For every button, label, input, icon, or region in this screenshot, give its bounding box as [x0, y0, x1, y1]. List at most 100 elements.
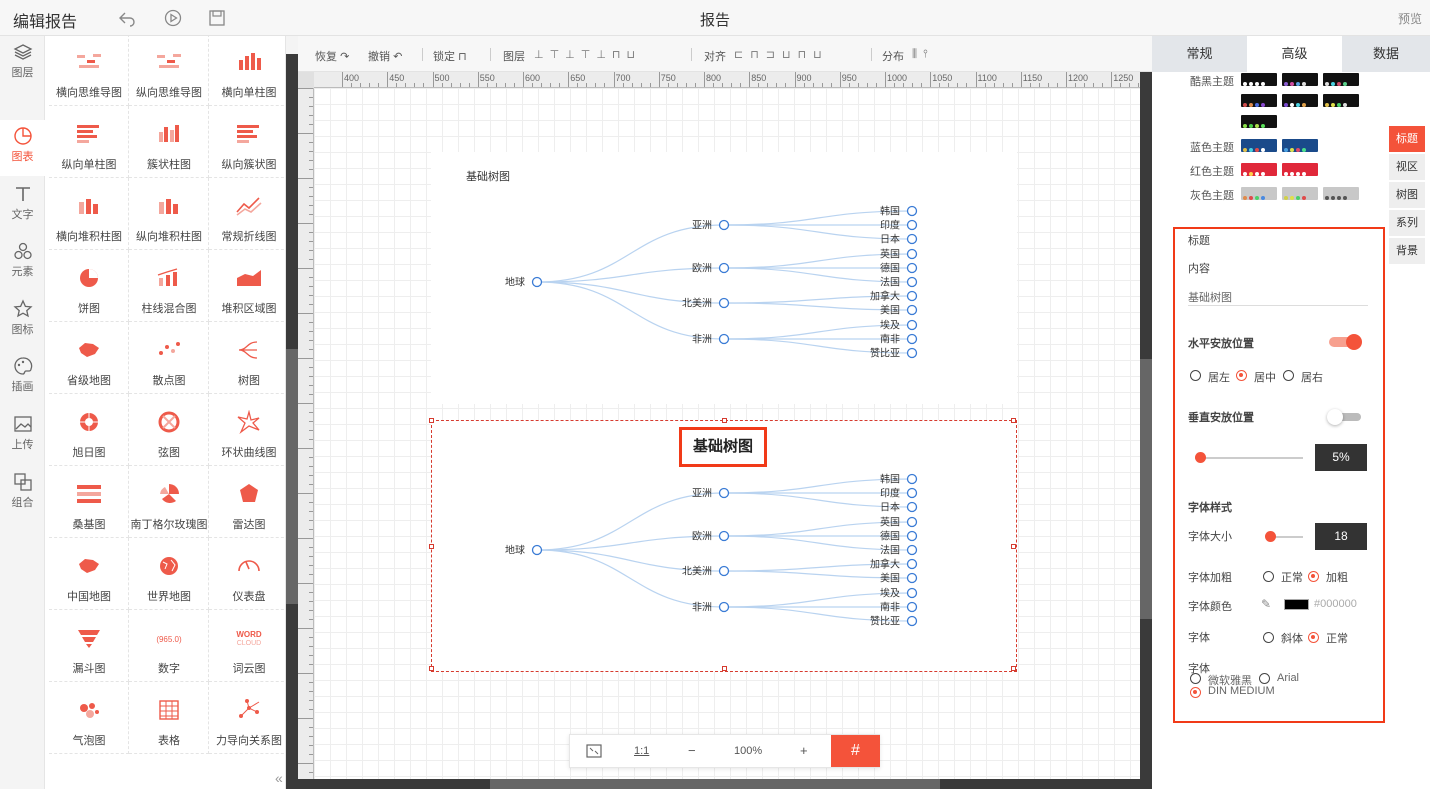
nav-charts[interactable]: 图表 — [0, 120, 45, 176]
tree-leaf-node[interactable] — [906, 333, 918, 345]
font-size-slider[interactable] — [1265, 531, 1303, 542]
align-icons[interactable]: ⊏⊓⊐⊔⊓⊔ — [734, 48, 829, 61]
chart-type-22[interactable]: 世界地图 — [129, 538, 209, 610]
chart-type-0[interactable]: 横向思维导图 — [49, 36, 129, 106]
nav-icons[interactable]: 图标 — [0, 293, 45, 349]
content-input[interactable]: 基础树图 — [1188, 289, 1368, 306]
font-size-value[interactable]: 18 — [1315, 523, 1367, 550]
tree-leaf-node[interactable] — [906, 319, 918, 331]
chart-type-24[interactable]: 漏斗图 — [49, 610, 129, 682]
tree-leaf-node[interactable] — [906, 304, 918, 316]
chart-type-28[interactable]: 表格 — [129, 682, 209, 754]
h-left-radio[interactable] — [1190, 370, 1201, 381]
chart-type-12[interactable]: 省级地图 — [49, 322, 129, 394]
theme-swatch[interactable] — [1323, 187, 1359, 200]
tab-data[interactable]: 数据 — [1342, 36, 1430, 72]
actual-size-button[interactable]: 1:1 — [634, 745, 649, 757]
side-tab-0[interactable]: 标题 — [1389, 126, 1425, 152]
bold-bold-radio[interactable] — [1308, 571, 1319, 582]
chart-type-3[interactable]: 纵向单柱图 — [49, 106, 129, 178]
tree-chart-1[interactable]: 基础树图 地球 亚洲 韩国 印度 日本 欧洲 英国 德国 法国 北美洲 加拿大 美国 非洲 埃及 南非 赞比亚 — [431, 152, 1017, 404]
theme-swatch[interactable] — [1323, 73, 1359, 86]
theme-swatch[interactable] — [1282, 139, 1318, 152]
side-tab-3[interactable]: 系列 — [1389, 210, 1425, 236]
collapse-panel-icon[interactable]: « — [275, 770, 283, 786]
theme-swatch[interactable] — [1241, 163, 1277, 176]
chart-type-21[interactable]: 中国地图 — [49, 538, 129, 610]
v-pos-value[interactable]: 5% — [1315, 444, 1367, 471]
fit-screen-icon[interactable] — [586, 743, 602, 762]
side-tab-4[interactable]: 背景 — [1389, 238, 1425, 264]
eyedropper-icon[interactable]: ✎ — [1261, 597, 1271, 611]
theme-swatch[interactable] — [1282, 163, 1318, 176]
tree-leaf-node[interactable] — [906, 219, 918, 231]
theme-swatch[interactable] — [1241, 94, 1277, 107]
chart-type-16[interactable]: 弦图 — [129, 394, 209, 466]
theme-swatch[interactable] — [1282, 73, 1318, 86]
theme-swatch[interactable] — [1241, 115, 1277, 128]
theme-swatch[interactable] — [1241, 139, 1277, 152]
zoom-in-button[interactable]: + — [800, 743, 808, 758]
tree-leaf-node[interactable] — [906, 248, 918, 260]
v-pos-toggle[interactable] — [1327, 409, 1361, 425]
lock-button[interactable]: 锁定 ⊓ — [433, 48, 467, 64]
tree-branch-node[interactable] — [718, 333, 730, 345]
color-swatch[interactable] — [1284, 599, 1309, 610]
chart-type-25[interactable]: (965.0) 数字 — [129, 610, 209, 682]
chart-type-15[interactable]: 旭日图 — [49, 394, 129, 466]
bold-normal-radio[interactable] — [1263, 571, 1274, 582]
undo-button[interactable]: 撤销 ↶ — [368, 48, 402, 64]
chart-type-18[interactable]: 桑基图 — [49, 466, 129, 538]
nav-upload[interactable]: 上传 — [0, 408, 45, 464]
layer-order-icons[interactable]: ⊥⊤⊥⊤⊥⊓⊔ — [534, 48, 641, 61]
theme-swatch[interactable] — [1241, 73, 1277, 86]
chart-type-8[interactable]: 常规折线图 — [209, 178, 285, 250]
normal-style-radio[interactable] — [1308, 632, 1319, 643]
grid-toggle-icon[interactable]: # — [831, 735, 880, 767]
color-hex[interactable]: #000000 — [1314, 598, 1357, 610]
chart-type-20[interactable]: 雷达图 — [209, 466, 285, 538]
nav-layers[interactable]: 图层 — [0, 36, 45, 92]
theme-swatch[interactable] — [1241, 187, 1277, 200]
chart-type-27[interactable]: 气泡图 — [49, 682, 129, 754]
side-tab-2[interactable]: 树图 — [1389, 182, 1425, 208]
chart-type-1[interactable]: 纵向思维导图 — [129, 36, 209, 106]
h-right-radio[interactable] — [1283, 370, 1294, 381]
chart-type-29[interactable]: 力导向关系图 — [209, 682, 285, 754]
tree-branch-node[interactable] — [718, 297, 730, 309]
chart-type-26[interactable]: WORD CLOUD 词云图 — [209, 610, 285, 682]
tree-leaf-node[interactable] — [906, 233, 918, 245]
nav-text[interactable]: 文字 — [0, 178, 45, 234]
family-yahei-radio[interactable] — [1190, 673, 1201, 684]
tree-leaf-node[interactable] — [906, 262, 918, 274]
tab-advanced[interactable]: 高级 — [1247, 36, 1342, 72]
nav-illustration[interactable]: 插画 — [0, 350, 45, 406]
chart-type-5[interactable]: 纵向簇状图 — [209, 106, 285, 178]
v-pos-slider[interactable] — [1195, 452, 1303, 463]
italic-radio[interactable] — [1263, 632, 1274, 643]
nav-elements[interactable]: 元素 — [0, 235, 45, 291]
distribute-icons[interactable]: ⫼⫯ — [912, 48, 934, 61]
chart-type-11[interactable]: 堆积区域图 — [209, 250, 285, 322]
family-din-radio[interactable] — [1190, 687, 1201, 698]
preview-button[interactable]: 预览 — [1398, 10, 1422, 27]
design-canvas[interactable]: 基础树图 地球 亚洲 韩国 印度 日本 欧洲 英国 德国 法国 北美洲 加拿大 美国 非洲 埃及 南非 赞比亚… — [314, 88, 1140, 779]
family-arial-radio[interactable] — [1259, 673, 1270, 684]
chart-type-4[interactable]: 簇状柱图 — [129, 106, 209, 178]
tree-root-node[interactable] — [531, 276, 543, 288]
tree-branch-node[interactable] — [718, 219, 730, 231]
chart-type-17[interactable]: 环状曲线图 — [209, 394, 285, 466]
chart-type-14[interactable]: 树图 — [209, 322, 285, 394]
tree-leaf-node[interactable] — [906, 347, 918, 359]
zoom-out-button[interactable]: − — [688, 743, 696, 758]
chart-type-10[interactable]: 柱线混合图 — [129, 250, 209, 322]
theme-swatch[interactable] — [1323, 94, 1359, 107]
theme-swatch[interactable] — [1282, 187, 1318, 200]
chart-type-9[interactable]: 饼图 — [49, 250, 129, 322]
selection-box[interactable] — [429, 418, 1017, 672]
h-center-radio[interactable] — [1236, 370, 1247, 381]
tree-branch-node[interactable] — [718, 262, 730, 274]
chart-type-19[interactable]: 南丁格尔玫瑰图 — [129, 466, 209, 538]
chart-type-2[interactable]: 横向单柱图 — [209, 36, 285, 106]
tree-leaf-node[interactable] — [906, 290, 918, 302]
